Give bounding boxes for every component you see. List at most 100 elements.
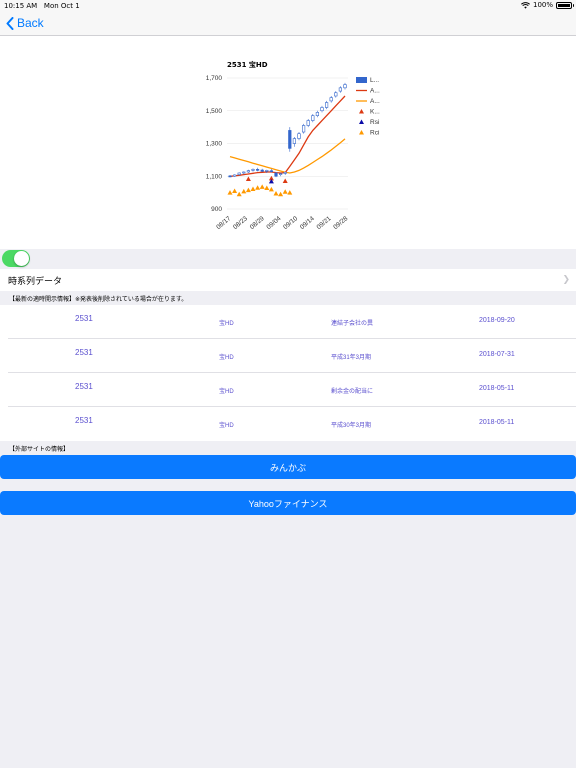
rci-signal-marker [245,187,251,193]
stock-chart: 9001,1001,3001,5001,70008/17 08/23 08/29 09… [206,60,380,231]
row-title: 平成31年3月期 [331,355,372,361]
status-bar: 10:15 AM Mon Oct 1 100% [0,0,576,12]
row-name: 宝HD [219,423,234,429]
row-date: 2018-07-31 [479,351,515,358]
disclosure-list: 2531 宝HD 連結子会社の異 2018-09-20 2531 宝HD 平成3… [0,305,576,441]
status-right: 100% [521,1,574,9]
legend-label: K... [370,109,380,116]
navigation-bar: Back [0,12,576,36]
candle-body [242,171,246,174]
legend-label: A... [370,88,380,95]
candle-body [237,172,241,175]
toggle-knob [14,251,29,266]
k-signal-marker [282,178,288,183]
x-tick-label: 08/23 [232,215,249,231]
chart-toggle-switch[interactable] [2,250,30,267]
candle-body [301,125,306,133]
rci-signal-marker [232,188,238,193]
stock-chart-panel: 900 1,100 1,300 1,500 1,700 08/17 08/23 08/29 09… [0,36,576,249]
chevron-right-icon: ❯ [562,275,570,285]
y-tick-label: 1,100 [206,173,223,180]
disclosure-row[interactable]: 2531 宝HD 連結子会社の異 2018-09-20 [0,305,576,339]
x-tick-label: 09/04 [265,215,282,231]
candle-body [343,84,347,89]
disclosure-row[interactable]: 2531 宝HD 平成30年3月期 2018-05-11 [0,407,576,441]
candle-body [260,169,264,172]
candle-body [288,130,292,149]
yahoo-finance-button[interactable]: Yahooファイナンス [0,491,576,515]
back-button[interactable]: Back [6,16,44,30]
candle-body [233,174,237,177]
legend-label: A... [370,98,380,105]
x-tick-label: 08/17 [215,215,232,231]
candle-body [334,92,338,97]
x-tick-label: 09/10 [282,215,299,231]
row-title: 連結子会社の異 [331,321,374,327]
rci-signal-marker [259,184,265,189]
row-date: 2018-05-11 [479,385,515,392]
disclosure-row[interactable]: 2531 宝HD 剰余金の配当に 2018-05-11 [0,373,576,407]
row-code: 2531 [75,348,93,357]
toggle-row [0,249,576,269]
candle-body [292,138,297,144]
disclosure-row[interactable]: 2531 宝HD 平成31年3月期 2018-07-31 [0,339,576,373]
rci-signal-marker [250,186,256,192]
candle-body [324,102,329,108]
row-name: 宝HD [219,321,234,327]
ma-long-line [229,138,346,174]
legend-swatch [359,109,364,114]
x-tick-label: 09/14 [299,215,316,231]
candle-body [306,120,310,126]
rci-signal-marker [268,186,274,192]
candle-body [320,107,324,112]
legend-swatch [359,119,364,124]
legend-label: Rci [370,130,379,137]
external-section-header: 【外部サイトの情報】 [0,441,576,455]
legend-label: Rsi [370,119,379,126]
rci-signal-marker [273,190,279,196]
rci-signal-marker [241,188,247,194]
minkabu-button[interactable]: みんかぶ [0,455,576,479]
legend-swatch [356,77,367,83]
row-title: 剰余金の配当に [331,389,374,395]
timeseries-label: 時系列データ [8,277,63,287]
candle-body [329,97,333,102]
candle-body [246,170,251,173]
candle-body [338,87,343,92]
row-code: 2531 [75,314,93,323]
rci-signal-marker [227,190,233,195]
row-name: 宝HD [219,355,234,361]
row-code: 2531 [75,382,93,391]
candle-body [228,175,232,178]
disclosure-section-header: 【最新の適時開示情報】※発表後削除されている場合が在ります。 [0,291,576,305]
x-tick-label: 09/28 [332,215,349,231]
k-signal-marker [245,176,251,181]
row-name: 宝HD [219,389,234,395]
chart-title: 2531 宝HD [227,60,268,69]
candle-body [283,172,287,174]
battery-percent: 100% [532,1,553,9]
battery-icon [556,1,574,9]
candle-body [278,173,283,175]
rci-signal-marker [255,185,261,190]
wifi-icon [521,1,530,9]
ma-short-line [229,95,346,177]
timeseries-row[interactable]: 時系列データ ❯ [0,269,576,291]
y-tick-label: 1,300 [206,141,223,148]
y-tick-label: 1,700 [206,75,223,82]
x-tick-label: 08/29 [249,215,266,231]
y-tick-label: 1,500 [206,108,223,115]
candle-body [255,169,260,171]
candle-body [315,112,320,116]
rci-signal-marker [236,191,242,197]
candle-body [269,170,274,172]
rci-signal-marker [278,191,284,197]
chevron-left-icon [6,16,14,30]
row-date: 2018-09-20 [479,317,515,324]
status-time: 10:15 AM Mon Oct 1 [4,2,80,10]
back-label: Back [17,16,44,30]
candle-body [274,172,278,177]
candle-body [265,170,269,172]
rci-signal-marker [264,185,270,191]
candle-body [251,169,255,171]
